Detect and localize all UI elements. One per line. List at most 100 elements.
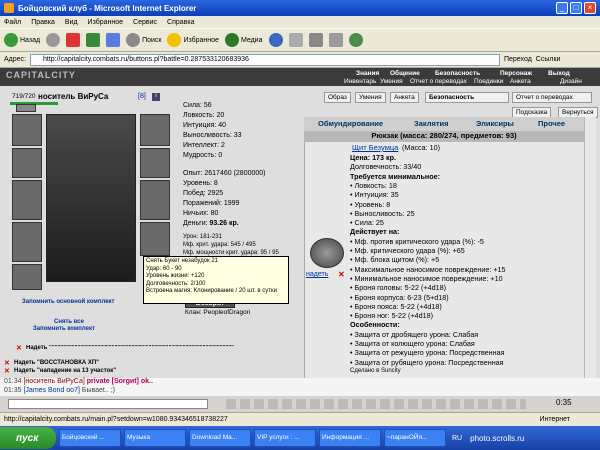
taskbar-item[interactable]: ~паранОЙя...: [384, 429, 446, 447]
slot-small-1[interactable]: [16, 104, 36, 112]
browser-toolbar: Назад Поиск Избранное Медиа: [0, 28, 600, 52]
taskbar-item[interactable]: Бойцовский ...: [59, 429, 121, 447]
chat-line: 01:35 [James Bond oo7] Бываеt.. ;): [4, 387, 115, 394]
stop-icon: [66, 33, 81, 47]
taskbar-item[interactable]: Музыка: [124, 429, 186, 447]
slot-gloves[interactable]: [140, 222, 170, 256]
stop-button[interactable]: [66, 33, 81, 47]
mail-button[interactable]: [288, 33, 303, 47]
delete-item-icon[interactable]: ✕: [338, 270, 345, 279]
window-title: Бойцовский клуб - Microsoft Internet Exp…: [18, 3, 197, 13]
delete-set-icon[interactable]: ✕: [4, 359, 10, 367]
save-set-link[interactable]: Запомнить комплект: [33, 326, 95, 332]
taskbar-item[interactable]: VIP услуги : ...: [254, 429, 316, 447]
close-button[interactable]: ×: [584, 2, 596, 14]
slot-belt[interactable]: [12, 264, 42, 290]
menu-favorites[interactable]: Избранное: [88, 19, 123, 26]
nav-communication[interactable]: Общение: [390, 70, 420, 77]
tab-transfer-report[interactable]: Отчет о переводах: [512, 92, 592, 103]
nav-exit[interactable]: Выход: [548, 70, 570, 77]
menu-help[interactable]: Справка: [167, 19, 194, 26]
address-input[interactable]: http://capitalcity.combats.ru/buttons.pl…: [29, 53, 500, 66]
search-button[interactable]: Поиск: [126, 33, 161, 47]
nav-transfer-report[interactable]: Отчет о переводах: [410, 78, 467, 85]
stat-intellect: Интеллект: 2: [183, 142, 225, 149]
item-property: • Броня пояса: 5-22 (+4d18): [350, 301, 442, 311]
status-bar: http://capitalcity.combats.ru/main.pl?se…: [0, 412, 600, 426]
remove-all-link[interactable]: Снять все: [54, 319, 84, 325]
item-property: • Выносливость: 25: [350, 208, 415, 218]
tab-image[interactable]: Образ: [324, 92, 351, 103]
tab-elixirs[interactable]: Эликсиры: [476, 119, 514, 128]
maximize-button[interactable]: □: [570, 2, 582, 14]
delete-set-icon[interactable]: ✕: [4, 367, 10, 375]
wear-set-1[interactable]: Надеть """""""""""""""""""""""""""""""""…: [26, 345, 266, 351]
links-label[interactable]: Ссылки: [536, 56, 561, 63]
taskbar-item[interactable]: Информация ...: [319, 429, 381, 447]
wear-set-3[interactable]: Надеть "нападение на 13 участок": [14, 368, 116, 374]
nav-profile[interactable]: Анкета: [510, 78, 531, 85]
print-icon: [308, 33, 323, 47]
shield-item-image[interactable]: [310, 238, 344, 268]
star-icon: [167, 33, 182, 47]
language-indicator[interactable]: RU: [452, 435, 462, 442]
back-button[interactable]: Назад: [4, 33, 40, 47]
chat-buttons-icon[interactable]: [226, 399, 526, 409]
stat-wisdom: Мудрость: 0: [183, 152, 223, 159]
home-button[interactable]: [106, 33, 121, 47]
nav-inventory[interactable]: Инвентарь: [344, 78, 376, 85]
hp-value: 719/720: [12, 93, 36, 100]
favorites-button[interactable]: Избранное: [167, 33, 219, 47]
slot-armor[interactable]: [12, 222, 42, 262]
delete-set-icon[interactable]: ✕: [16, 344, 22, 352]
messenger-button[interactable]: [348, 33, 363, 47]
edit-button[interactable]: [328, 33, 343, 47]
nav-design[interactable]: Дизайн: [560, 78, 582, 85]
slot-weapon[interactable]: [12, 180, 42, 220]
wear-set-2[interactable]: Надеть "ВОССТАНОВКА ХП": [14, 360, 99, 366]
forward-button[interactable]: [46, 33, 61, 47]
wear-item-link[interactable]: надеть: [306, 271, 328, 278]
refresh-button[interactable]: [86, 33, 101, 47]
nav-knowledge[interactable]: Знания: [356, 70, 379, 77]
status-url: http://capitalcity.combats.ru/main.pl?se…: [4, 416, 228, 423]
menu-file[interactable]: Файл: [4, 19, 21, 26]
slot-helmet[interactable]: [140, 114, 170, 146]
go-button[interactable]: Переход: [504, 56, 532, 63]
slot-shield[interactable]: [140, 180, 170, 220]
menu-tools[interactable]: Сервис: [133, 19, 157, 26]
tab-equipment[interactable]: Обмундирование: [318, 119, 383, 128]
search-icon: [126, 33, 141, 47]
save-main-set-link[interactable]: Запомнить основной комплект: [22, 299, 114, 305]
history-button[interactable]: [268, 33, 283, 47]
chat-input[interactable]: [8, 399, 208, 409]
tab-other[interactable]: Прочее: [538, 119, 565, 128]
item-property: • Броня головы: 5-22 (+4d18): [350, 283, 446, 293]
minimize-button[interactable]: _: [556, 2, 568, 14]
tab-profile[interactable]: Анкета: [390, 92, 419, 103]
character-level: [8]: [138, 93, 146, 100]
slot-bracers[interactable]: [140, 148, 170, 178]
menu-edit[interactable]: Правка: [31, 19, 55, 26]
tab-security[interactable]: Безопасность: [425, 92, 509, 103]
info-icon[interactable]: i: [152, 93, 160, 101]
backpack-header: Рюкзак (масса: 280/274, предметов: 93): [304, 131, 584, 142]
print-button[interactable]: [308, 33, 323, 47]
nav-character[interactable]: Персонаж: [500, 70, 532, 77]
scrollbar[interactable]: [584, 117, 596, 378]
character-name[interactable]: носитель ВиРуСа: [38, 92, 108, 101]
media-button[interactable]: Медиа: [224, 33, 263, 47]
tab-skills[interactable]: Умения: [355, 92, 386, 103]
nav-fights[interactable]: Поединки: [474, 78, 503, 85]
item-mass: (Масса: 10): [402, 143, 441, 152]
start-button[interactable]: пуск: [0, 427, 56, 449]
slot-earrings[interactable]: [12, 114, 42, 146]
nav-security[interactable]: Безопасность: [435, 70, 480, 77]
slot-amulet[interactable]: [12, 148, 42, 178]
ie-icon: [4, 3, 14, 13]
menu-view[interactable]: Вид: [65, 19, 78, 26]
nav-skills[interactable]: Умения: [380, 78, 403, 85]
item-name-link[interactable]: Щит Безумца: [352, 143, 398, 152]
taskbar-item[interactable]: Download Ma...: [189, 429, 251, 447]
tab-spells[interactable]: Заклятия: [414, 119, 449, 128]
